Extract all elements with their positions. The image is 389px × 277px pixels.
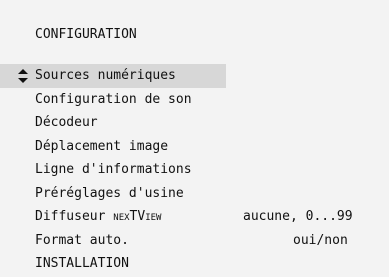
menu-item-label: Ligne d'informations <box>35 162 192 177</box>
menu-item-diffuseur-nextview[interactable]: Diffuseur NEXTVIEW aucune, 0...99 <box>0 205 389 229</box>
nextview-small-1: NEX <box>113 213 130 223</box>
menu-title: CONFIGURATION <box>35 27 137 42</box>
menu-item-installation[interactable]: INSTALLATION <box>0 252 389 276</box>
tv-menu-screen: CONFIGURATION Sources numériques Configu… <box>0 0 389 277</box>
diffuseur-text: Diffuseur <box>35 209 106 224</box>
menu-item-value: oui/non <box>293 232 348 248</box>
menu-item-label: Configuration de son <box>35 91 192 107</box>
menu-item-label: Diffuseur NEXTVIEW <box>35 205 161 231</box>
nextview-big: TV <box>129 209 146 224</box>
menu-item-label: Déplacement image <box>35 138 169 154</box>
menu-list: Sources numériques Configuration de son … <box>0 64 389 276</box>
menu-item-label: INSTALLATION <box>35 256 129 271</box>
menu-item-decodeur[interactable]: Décodeur <box>0 111 389 135</box>
menu-item-configuration-de-son[interactable]: Configuration de son <box>0 88 389 112</box>
menu-item-label: Préréglages d'usine <box>35 185 184 201</box>
menu-item-prereglages-usine[interactable]: Préréglages d'usine <box>0 182 389 206</box>
nextview-small-2: IEW <box>145 213 162 223</box>
up-down-arrow-icon <box>18 69 28 83</box>
menu-item-label: Format auto. <box>35 232 129 248</box>
menu-item-label: Décodeur <box>35 115 98 130</box>
menu-item-format-auto[interactable]: Format auto. oui/non <box>0 229 389 253</box>
menu-item-label: Sources numériques <box>35 68 176 83</box>
menu-item-deplacement-image[interactable]: Déplacement image <box>0 135 389 159</box>
menu-item-value: aucune, 0...99 <box>243 209 353 224</box>
menu-item-ligne-informations[interactable]: Ligne d'informations <box>0 158 389 182</box>
menu-item-sources-numeriques[interactable]: Sources numériques <box>0 64 226 88</box>
